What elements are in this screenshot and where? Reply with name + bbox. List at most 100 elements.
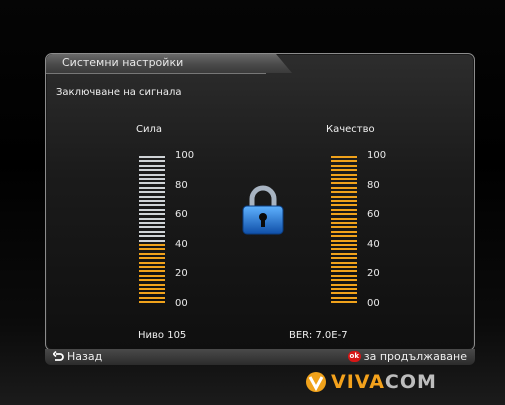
scale-tick-label: 100 bbox=[175, 150, 195, 161]
continue-label: за продължаване bbox=[363, 350, 467, 363]
meter-segment bbox=[331, 274, 357, 277]
meter-segment bbox=[139, 200, 165, 202]
meter-segment bbox=[139, 288, 165, 290]
meter-segment bbox=[139, 222, 165, 224]
scale-tick-label: 60 bbox=[175, 209, 188, 220]
meter-segment bbox=[331, 191, 357, 194]
meter-segment bbox=[331, 230, 357, 233]
meter-segment bbox=[139, 296, 165, 299]
meter-segment bbox=[139, 270, 165, 273]
meter-segment bbox=[139, 178, 165, 180]
meter-segment bbox=[139, 182, 165, 185]
page-subtitle: Заключване на сигнала bbox=[56, 87, 182, 98]
meter-segment bbox=[139, 160, 165, 163]
footer-bar: Назад ok за продължаване bbox=[45, 349, 475, 365]
meter-segment bbox=[139, 301, 165, 304]
meter-segment bbox=[331, 292, 357, 295]
strength-level-text: Ниво 105 bbox=[138, 330, 187, 341]
quality-meter bbox=[331, 156, 357, 306]
meter-segment bbox=[139, 252, 165, 255]
meter-segment bbox=[139, 173, 165, 176]
scale-tick-label: 80 bbox=[367, 179, 380, 191]
meter-segment bbox=[139, 257, 165, 260]
meter-segment bbox=[331, 261, 357, 264]
meter-segment bbox=[139, 226, 165, 229]
vivacom-logo: VIVACOM bbox=[305, 371, 437, 393]
continue-button[interactable]: ok за продължаване bbox=[347, 350, 467, 363]
meter-segment bbox=[139, 164, 165, 167]
meter-segment bbox=[331, 283, 357, 286]
scale-tick-label: 60 bbox=[367, 209, 380, 220]
tv-screen: Системни настройки Заключване на сигнала… bbox=[0, 0, 505, 405]
settings-panel: Системни настройки Заключване на сигнала… bbox=[45, 53, 475, 351]
meter-segment bbox=[139, 274, 165, 277]
vivacom-logo-icon bbox=[306, 372, 326, 392]
meter-segment bbox=[139, 204, 165, 207]
meter-segment bbox=[331, 208, 357, 211]
meter-segment bbox=[139, 230, 165, 233]
meter-segment bbox=[139, 195, 165, 198]
meter-segment bbox=[331, 178, 357, 180]
meter-segment bbox=[331, 252, 357, 255]
scale-tick-label: 40 bbox=[367, 238, 380, 250]
back-arrow-icon bbox=[53, 351, 64, 361]
meter-segment bbox=[139, 283, 165, 286]
scale-tick-label: 00 bbox=[367, 297, 380, 309]
back-button[interactable]: Назад bbox=[53, 350, 102, 363]
scale-tick-label: 80 bbox=[175, 179, 188, 191]
meter-segment bbox=[331, 239, 357, 242]
meter-segment bbox=[331, 217, 357, 220]
quality-label: Качество bbox=[326, 124, 375, 135]
meter-segment bbox=[331, 222, 357, 224]
ok-button-icon: ok bbox=[347, 351, 361, 362]
meter-segment bbox=[331, 288, 357, 290]
meter-segment bbox=[139, 169, 165, 172]
strength-meter bbox=[139, 156, 165, 306]
meter-segment bbox=[331, 200, 357, 202]
meter-segment bbox=[139, 191, 165, 194]
meter-segment bbox=[331, 204, 357, 207]
meter-segment bbox=[139, 217, 165, 220]
meter-segment bbox=[331, 235, 357, 238]
scale-tick-label: 40 bbox=[175, 238, 188, 250]
meter-segment bbox=[139, 266, 165, 268]
meter-segment bbox=[331, 186, 357, 189]
meter-segment bbox=[331, 266, 357, 268]
meter-segment bbox=[331, 301, 357, 304]
scale-tick-label: 100 bbox=[367, 150, 387, 161]
meter-segment bbox=[139, 261, 165, 264]
meter-segment bbox=[331, 164, 357, 167]
scale-tick-label: 20 bbox=[175, 268, 188, 279]
meter-segment bbox=[139, 235, 165, 238]
meter-segment bbox=[139, 279, 165, 282]
vivacom-wordmark: VIVACOM bbox=[331, 371, 437, 393]
meter-segment bbox=[139, 248, 165, 251]
meter-segment bbox=[139, 244, 165, 246]
meter-segment bbox=[331, 248, 357, 251]
meter-segment bbox=[139, 292, 165, 295]
meter-segment bbox=[331, 173, 357, 176]
meter-segment bbox=[331, 195, 357, 198]
window-title: Системни настройки bbox=[62, 56, 184, 69]
meter-segment bbox=[139, 208, 165, 211]
meter-segment bbox=[139, 239, 165, 242]
meter-segment bbox=[139, 213, 165, 216]
meter-segment bbox=[331, 156, 357, 158]
back-label: Назад bbox=[67, 350, 103, 363]
meter-segment bbox=[331, 160, 357, 163]
meter-segment bbox=[331, 182, 357, 185]
meter-segment bbox=[331, 279, 357, 282]
meter-segment bbox=[331, 244, 357, 246]
ber-text: BER: 7.0E-7 bbox=[289, 330, 348, 341]
meter-segment bbox=[139, 156, 165, 158]
meter-segment bbox=[331, 270, 357, 273]
meter-segment bbox=[139, 186, 165, 189]
scale-tick-label: 20 bbox=[367, 268, 380, 279]
meter-segment bbox=[331, 226, 357, 229]
meter-segment bbox=[331, 257, 357, 260]
meter-segment bbox=[331, 213, 357, 216]
meter-segment bbox=[331, 169, 357, 172]
meter-segment bbox=[331, 296, 357, 299]
scale-tick-label: 00 bbox=[175, 297, 188, 309]
strength-label: Сила bbox=[136, 124, 163, 135]
